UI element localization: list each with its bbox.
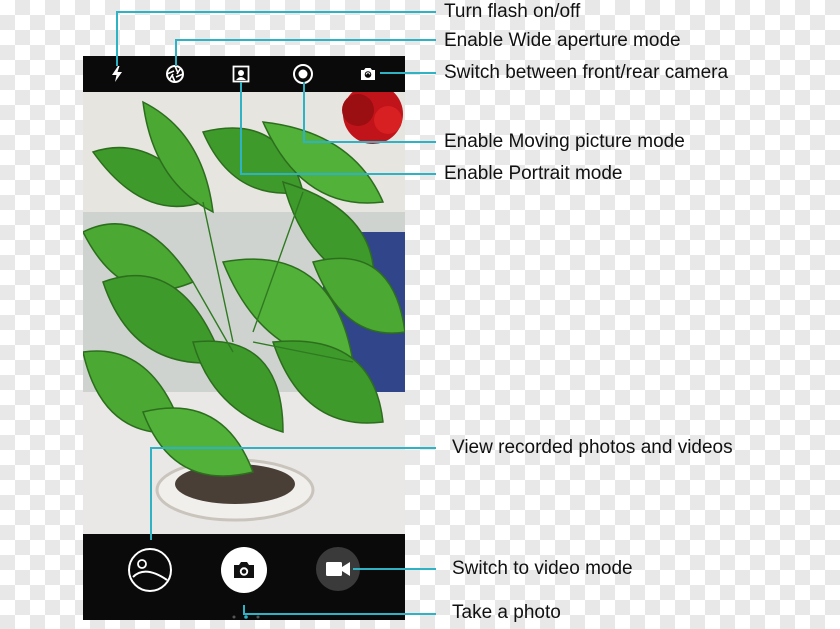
callout-flash-label: Turn flash on/off xyxy=(444,1,581,22)
gallery-icon[interactable] xyxy=(127,547,173,593)
moving-picture-icon[interactable] xyxy=(292,63,314,85)
camera-bottom-bar xyxy=(83,534,405,620)
camera-screen xyxy=(83,56,405,620)
camera-top-bar xyxy=(83,56,405,92)
switch-camera-icon[interactable] xyxy=(358,64,378,84)
flash-icon[interactable] xyxy=(107,64,127,84)
video-icon[interactable] xyxy=(315,546,361,592)
callout-gallery-label: View recorded photos and videos xyxy=(452,437,733,458)
callout-video-mode-label: Switch to video mode xyxy=(452,558,633,579)
callout-take-photo-label: Take a photo xyxy=(452,602,561,623)
portrait-icon[interactable] xyxy=(231,64,251,84)
aperture-icon[interactable] xyxy=(165,64,185,84)
camera-viewfinder xyxy=(83,92,405,534)
shutter-icon[interactable] xyxy=(220,546,268,594)
mode-page-indicator xyxy=(231,607,261,619)
callout-moving-picture-label: Enable Moving picture mode xyxy=(444,131,685,152)
callout-switch-camera-label: Switch between front/rear camera xyxy=(444,62,729,83)
callout-aperture-label: Enable Wide aperture mode xyxy=(444,30,681,51)
callout-portrait-label: Enable Portrait mode xyxy=(444,163,623,184)
